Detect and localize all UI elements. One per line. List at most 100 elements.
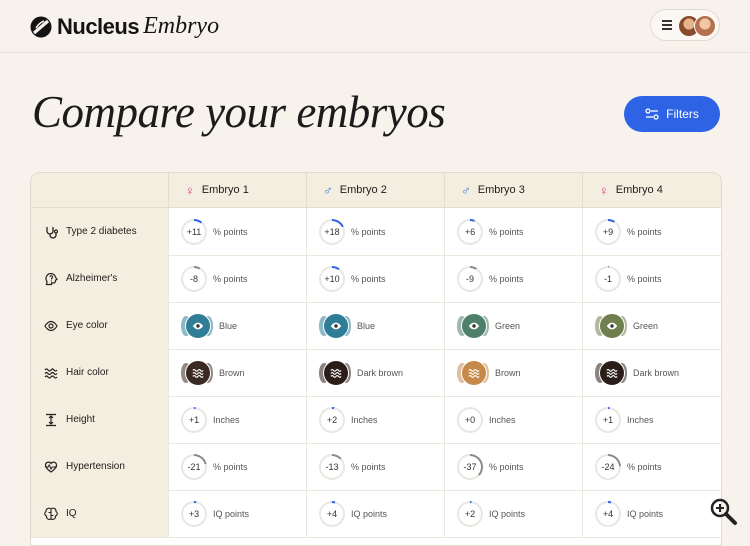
table-cell[interactable]: +3 IQ points — [168, 490, 306, 537]
table-cell[interactable]: Blue — [306, 302, 444, 349]
table-cell[interactable]: +4 IQ points — [306, 490, 444, 537]
score-value: +4 — [326, 508, 338, 519]
score-ring: +4 — [319, 500, 345, 527]
female-icon: ♀ — [185, 182, 195, 198]
table-cell[interactable]: Brown — [444, 349, 582, 396]
row-label-text: Type 2 diabetes — [66, 226, 137, 237]
score-unit: % points — [627, 461, 662, 472]
color-swatch — [457, 312, 489, 339]
eye-icon — [44, 320, 58, 331]
table-cell[interactable]: -8 % points — [168, 255, 306, 302]
score-unit: % points — [213, 226, 248, 237]
page-title: Compare your embryos — [32, 87, 446, 137]
score-value: -1 — [603, 273, 612, 284]
table-row: Type 2 diabetes +11 % points +18 % points +6%… — [31, 208, 721, 256]
table-cell[interactable]: -21 % points — [168, 443, 306, 490]
score-value: +3 — [188, 508, 200, 519]
column-header-embryo-1[interactable]: ♀ Embryo 1 — [168, 173, 306, 207]
table-cell[interactable]: Green — [444, 302, 582, 349]
column-header-embryo-3[interactable]: ♂ Embryo 3 — [444, 173, 582, 207]
table-cell[interactable]: Dark brown — [582, 349, 721, 396]
color-swatch — [595, 312, 627, 339]
brand-sub: Embryo — [143, 13, 220, 39]
score-unit: % points — [627, 226, 662, 237]
color-swatch — [319, 312, 351, 339]
score-ring: +4 — [595, 500, 621, 527]
color-swatch — [181, 312, 213, 339]
table-row: Hair color Brown Dark brown Brown Dark brown — [31, 349, 721, 397]
table-row: Alzheimer's -8 % points +10 % points -9 % poin… — [31, 255, 721, 303]
stethoscope-icon — [46, 226, 58, 239]
table-cell[interactable]: Brown — [168, 349, 306, 396]
score-unit: Inches — [489, 414, 516, 425]
score-unit: IQ points — [213, 508, 250, 519]
row-label-text: Eye color — [66, 320, 108, 331]
row-label[interactable]: Hypertension — [31, 443, 168, 490]
row-label[interactable]: Alzheimer's — [31, 255, 168, 302]
table-cell[interactable]: +10 % points — [306, 255, 444, 302]
score-unit: Inches — [213, 414, 240, 425]
table-cell[interactable]: +11 % points — [168, 208, 306, 255]
score-value: +4 — [602, 508, 614, 519]
zoom-in-icon[interactable] — [708, 496, 738, 526]
score-ring: +2 — [319, 406, 345, 433]
male-icon: ♂ — [461, 182, 471, 198]
table-cell[interactable]: +0 Inches — [444, 396, 582, 443]
table-cell[interactable]: -24 % points — [582, 443, 721, 490]
brain-question-icon — [45, 272, 58, 285]
table-cell[interactable]: Dark brown — [306, 349, 444, 396]
table-cell[interactable]: +2 Inches — [306, 396, 444, 443]
row-label-text: IQ — [66, 508, 77, 519]
row-label[interactable]: Height — [31, 396, 168, 443]
score-ring: +1 — [595, 406, 621, 433]
female-icon: ♀ — [599, 182, 609, 198]
table-cell[interactable]: Green — [582, 302, 721, 349]
comparison-table: ♀ Embryo 1 ♂ Embryo 2 ♂ Embryo 3 ♀ Embry… — [30, 172, 722, 546]
column-title: Embryo 4 — [615, 184, 663, 196]
row-label[interactable]: Eye color — [31, 302, 168, 349]
score-ring: -37 — [457, 453, 483, 480]
height-icon — [46, 413, 56, 426]
table-cell[interactable]: +1 Inches — [582, 396, 721, 443]
table-cell[interactable]: Blue — [168, 302, 306, 349]
score-ring: +1 — [181, 406, 207, 433]
table-row: IQ +3 IQ points +4 IQ points +2 IQ points +4 IQ … — [31, 490, 721, 538]
table-cell[interactable]: +9 % points — [582, 208, 721, 255]
row-label[interactable]: Type 2 diabetes — [31, 208, 168, 255]
row-label[interactable]: IQ — [31, 490, 168, 537]
column-header-embryo-2[interactable]: ♂ Embryo 2 — [306, 173, 444, 207]
score-unit: % points — [489, 461, 524, 472]
table-cell[interactable]: -1 % points — [582, 255, 721, 302]
score-unit: % points — [627, 273, 662, 284]
male-icon: ♂ — [323, 182, 333, 198]
logo[interactable]: Nucleus Embryo — [30, 13, 219, 40]
waves-icon — [606, 368, 618, 378]
score-unit: % points — [489, 273, 524, 284]
table-cell[interactable]: -9 % points — [444, 255, 582, 302]
table-cell[interactable]: +6 % points — [444, 208, 582, 255]
table-cell[interactable]: -13 % points — [306, 443, 444, 490]
table-cell[interactable]: +2 IQ points — [444, 490, 582, 537]
filters-button[interactable]: Filters — [624, 96, 720, 132]
score-value: -8 — [189, 273, 198, 284]
account-menu-button[interactable] — [650, 9, 720, 41]
eye-icon — [330, 322, 342, 329]
eye-icon — [468, 322, 480, 329]
waves-icon — [330, 368, 342, 378]
row-label[interactable]: Hair color — [31, 349, 168, 396]
score-unit: IQ points — [627, 508, 664, 519]
column-header-embryo-4[interactable]: ♀ Embryo 4 — [582, 173, 721, 207]
table-cell[interactable]: -37 % points — [444, 443, 582, 490]
score-ring: -13 — [319, 453, 345, 480]
score-unit: Inches — [351, 414, 378, 425]
score-unit: IQ points — [489, 508, 526, 519]
hamburger-icon — [662, 20, 672, 32]
score-unit: IQ points — [351, 508, 388, 519]
sliders-icon — [645, 108, 659, 120]
table-header: ♀ Embryo 1 ♂ Embryo 2 ♂ Embryo 3 ♀ Embry… — [31, 173, 721, 208]
table-cell[interactable]: +18 % points — [306, 208, 444, 255]
table-cell[interactable]: +4 IQ points — [582, 490, 721, 537]
score-ring: +9 — [595, 218, 621, 245]
table-cell[interactable]: +1 Inches — [168, 396, 306, 443]
waves-icon — [192, 368, 204, 378]
